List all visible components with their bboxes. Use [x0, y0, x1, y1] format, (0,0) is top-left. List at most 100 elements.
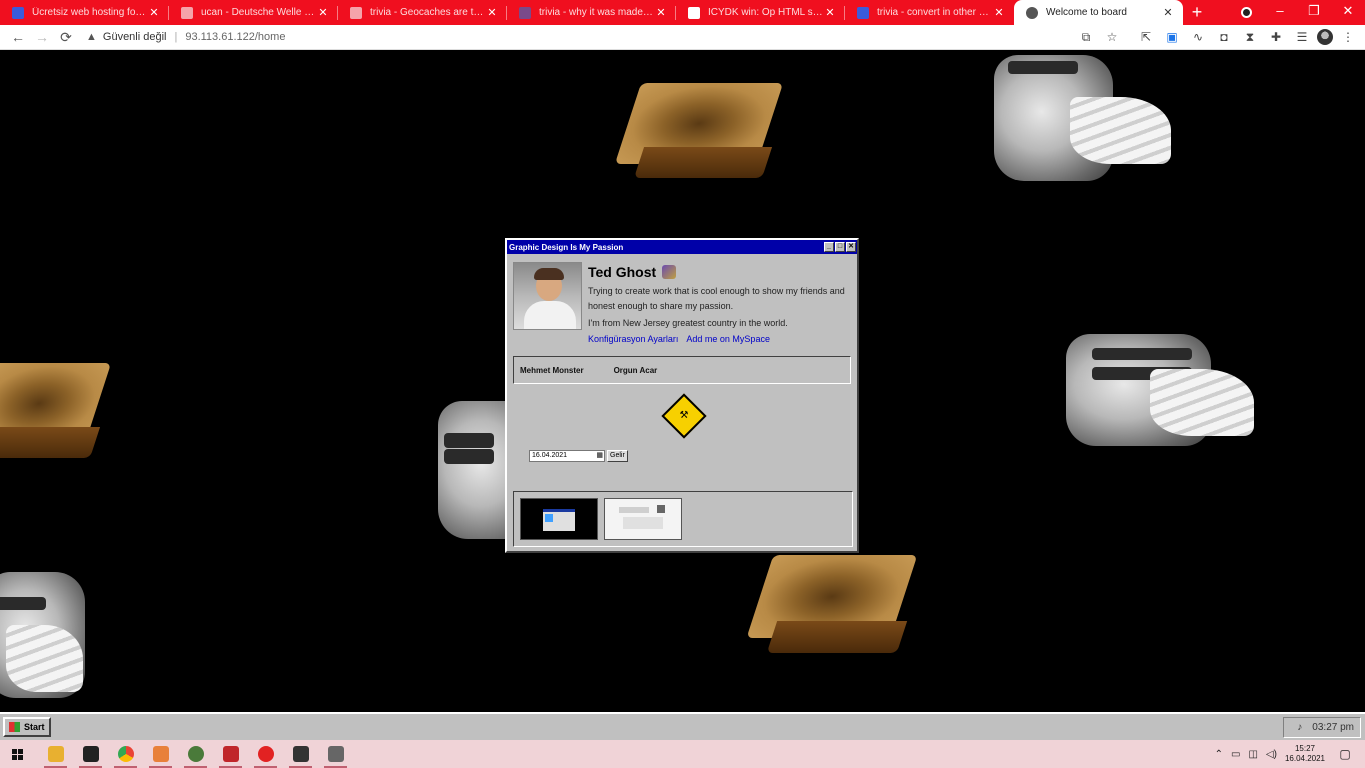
favicon-icon: [519, 6, 531, 19]
ghost-icon: [662, 265, 677, 279]
close-icon[interactable]: ✕: [1161, 6, 1175, 19]
favicon-icon: [857, 6, 869, 19]
system-tray: ⌃ ▭ ◫ ◁) 15:27 16.04.2021 ▢: [1215, 744, 1365, 764]
chrome-icon[interactable]: [108, 740, 143, 768]
page-viewport: Graphic Design Is My Passion _ □ ✕ Ted G…: [0, 51, 1365, 712]
terminal-icon[interactable]: [283, 740, 318, 768]
chevron-up-icon[interactable]: ⌃: [1215, 749, 1223, 760]
puzzle-icon[interactable]: ✚: [1265, 28, 1287, 46]
window-icon[interactable]: [318, 740, 353, 768]
avatar[interactable]: [1317, 29, 1333, 45]
window-titlebar[interactable]: Graphic Design Is My Passion _ □ ✕: [507, 240, 857, 254]
profile-icon[interactable]: [1229, 0, 1263, 25]
date-value: 16.04.2021: [532, 452, 568, 459]
profile-location: I'm from New Jersey greatest country in …: [588, 318, 788, 328]
profile-links: Konfigürasyon Ayarları Add me on MySpace: [588, 334, 851, 344]
battery-icon[interactable]: ▭: [1231, 749, 1240, 760]
date-input[interactable]: 16.04.2021 ▦: [529, 450, 605, 462]
minimize-button[interactable]: –: [1263, 0, 1297, 25]
url-text[interactable]: 93.113.61.122/home: [185, 31, 285, 43]
retro-clock: 03:27 pm: [1312, 722, 1354, 733]
browser-tab[interactable]: Ücretsiz web hosting for displays✕: [0, 0, 169, 25]
close-icon[interactable]: ✕: [147, 6, 161, 19]
clock-date: 16.04.2021: [1284, 754, 1325, 763]
profile-info: Ted Ghost Trying to create work that is …: [588, 262, 851, 344]
myspace-link[interactable]: Add me on MySpace: [686, 334, 770, 344]
settings-link[interactable]: Konfigürasyon Ayarları: [588, 334, 678, 344]
system-clock[interactable]: 15:27 16.04.2021: [1285, 744, 1325, 764]
browser-tab-active[interactable]: Welcome to board ✕: [1014, 0, 1183, 25]
address-bar[interactable]: ▲ Güvenli değil | 93.113.61.122/home: [86, 27, 285, 47]
extension-icon[interactable]: ◘: [1213, 28, 1235, 46]
browser-tab[interactable]: ICYDK win: Op HTML scripts✕: [676, 0, 845, 25]
favicon-icon: [350, 6, 362, 19]
notification-icon[interactable]: ▢: [1333, 747, 1357, 761]
warning-icon[interactable]: ▲: [86, 31, 97, 43]
tab-title: ICYDK win: Op HTML scripts: [708, 7, 823, 18]
friends-list: Mehmet Monster Orgun Acar: [513, 356, 851, 384]
app-icon[interactable]: [178, 740, 213, 768]
network-icon[interactable]: ◫: [1248, 749, 1257, 760]
new-tab-button[interactable]: +: [1183, 0, 1211, 25]
close-icon[interactable]: ✕: [992, 6, 1006, 19]
date-row: 16.04.2021 ▦ Gelir: [529, 450, 628, 462]
translate-icon[interactable]: ⧉: [1075, 28, 1097, 46]
browser-tab[interactable]: trivia - convert in other people ...✕: [845, 0, 1014, 25]
extension-icon[interactable]: ▣: [1161, 28, 1183, 46]
close-icon[interactable]: ✕: [654, 6, 668, 19]
windows-start-icon[interactable]: [0, 748, 34, 760]
start-button[interactable]: Start: [3, 717, 51, 737]
start-label: Start: [24, 722, 45, 732]
close-icon[interactable]: ✕: [823, 6, 837, 19]
screenshot-thumbnail[interactable]: [520, 498, 598, 540]
close-window-button[interactable]: ✕: [1331, 0, 1365, 25]
toolbar-actions: ⧉ ☆ ⇱ ▣ ∿ ◘ ⧗ ✚ ☰ ⋮: [1075, 28, 1359, 46]
screenshot-gallery: [513, 491, 853, 547]
profile-window: Graphic Design Is My Passion _ □ ✕ Ted G…: [505, 238, 859, 553]
tab-title: trivia - Geocaches are the best: [370, 7, 485, 18]
flying-toaster-sprite: [0, 569, 96, 709]
profile-bio: Trying to create work that is cool enoug…: [588, 286, 845, 311]
toast-sprite: [614, 83, 784, 187]
menu-icon[interactable]: ⋮: [1337, 28, 1359, 46]
maximize-button[interactable]: ❐: [1297, 0, 1331, 25]
flying-toaster-sprite: [990, 51, 1171, 187]
divider: |: [174, 31, 178, 43]
extension-icon[interactable]: ⇱: [1135, 28, 1157, 46]
screenshot-thumbnail[interactable]: [604, 498, 682, 540]
media-icon[interactable]: [248, 740, 283, 768]
maximize-button[interactable]: □: [835, 242, 845, 252]
filezilla-icon[interactable]: [213, 740, 248, 768]
speaker-icon[interactable]: ♪: [1297, 722, 1302, 733]
sublime-icon[interactable]: [143, 740, 178, 768]
browser-tab[interactable]: trivia - Geocaches are the best✕: [338, 0, 507, 25]
friend-item[interactable]: Orgun Acar: [614, 366, 658, 375]
calendar-icon[interactable]: ▦: [596, 451, 604, 461]
favicon-icon: [181, 6, 193, 19]
close-icon[interactable]: ✕: [316, 6, 330, 19]
toast-sprite: [746, 555, 918, 661]
date-submit-button[interactable]: Gelir: [607, 450, 628, 462]
extension-icon[interactable]: ∿: [1187, 28, 1209, 46]
tab-title: Welcome to board: [1046, 7, 1127, 18]
tab-title: trivia - why it was made with ...: [539, 7, 654, 18]
close-icon[interactable]: ✕: [485, 6, 499, 19]
under-construction-icon: ⚒: [661, 393, 707, 439]
browser-tab[interactable]: trivia - why it was made with ...✕: [507, 0, 676, 25]
reload-button[interactable]: ⟳: [54, 29, 78, 46]
file-explorer-icon[interactable]: [38, 740, 73, 768]
close-button[interactable]: ✕: [846, 242, 856, 252]
forward-button[interactable]: →: [30, 29, 54, 45]
minimize-button[interactable]: _: [824, 242, 834, 252]
tab-title: trivia - convert in other people ...: [877, 7, 992, 18]
window-title: Graphic Design Is My Passion: [509, 242, 624, 252]
extension-icon[interactable]: ⧗: [1239, 28, 1261, 46]
star-icon[interactable]: ☆: [1101, 28, 1123, 46]
browser-tab[interactable]: ucan - Deutsche Welle in Tier ...✕: [169, 0, 338, 25]
terminal-icon[interactable]: [73, 740, 108, 768]
back-button[interactable]: ←: [6, 29, 30, 45]
reading-list-icon[interactable]: ☰: [1291, 28, 1313, 46]
volume-icon[interactable]: ◁): [1266, 749, 1277, 760]
friend-item[interactable]: Mehmet Monster: [520, 366, 584, 375]
retro-taskbar: Start ♪ 03:27 pm: [0, 712, 1365, 740]
